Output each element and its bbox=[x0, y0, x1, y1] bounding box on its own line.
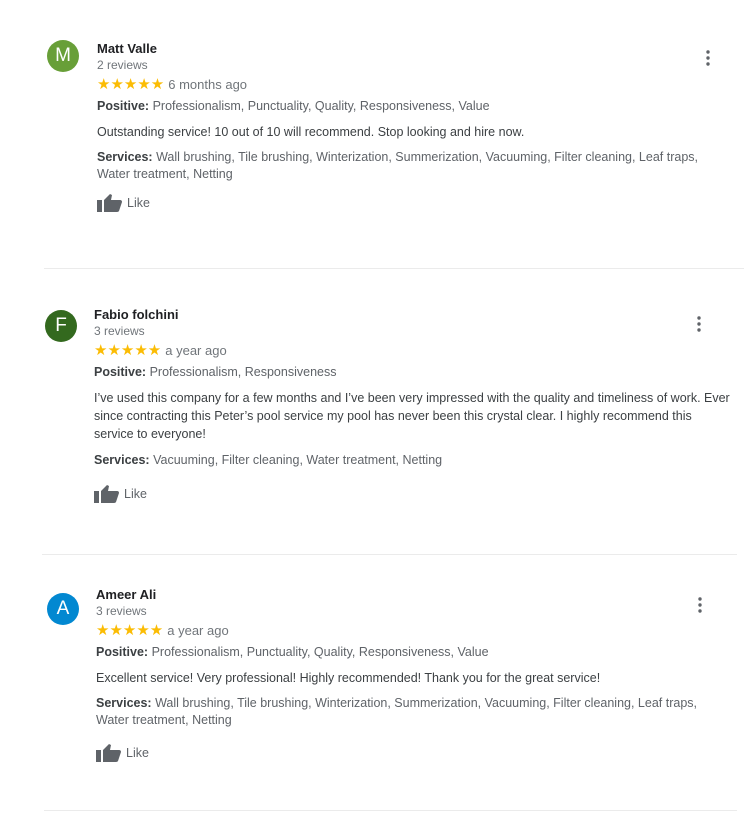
services-text: Wall brushing, Tile brushing, Winterizat… bbox=[97, 150, 698, 181]
avatar-initial: A bbox=[56, 598, 70, 619]
like-label: Like bbox=[127, 196, 150, 210]
more-options-button[interactable] bbox=[689, 312, 709, 336]
avatar[interactable]: M bbox=[47, 40, 79, 72]
more-options-button[interactable] bbox=[690, 593, 710, 617]
services-text: Vacuuming, Filter cleaning, Water treatm… bbox=[149, 453, 443, 467]
review-card: M Matt Valle 2 reviews ★★★★★ 6 months ago… bbox=[0, 0, 755, 270]
more-vert-icon bbox=[706, 50, 710, 66]
reviewer-name[interactable]: Ameer Ali bbox=[96, 587, 728, 603]
thumb-up-icon bbox=[96, 744, 121, 762]
like-button[interactable]: Like bbox=[94, 484, 734, 504]
rating-row: ★★★★★ a year ago bbox=[94, 341, 734, 361]
more-vert-icon bbox=[698, 597, 702, 613]
positive-attributes: Positive: Professionalism, Responsivenes… bbox=[94, 364, 734, 381]
thumb-up-icon bbox=[94, 485, 119, 503]
positive-attributes: Positive: Professionalism, Punctuality, … bbox=[96, 644, 728, 661]
services-label: Services: bbox=[97, 150, 153, 164]
like-button[interactable]: Like bbox=[96, 743, 728, 763]
services-attributes: Services: Wall brushing, Tile brushing, … bbox=[97, 149, 727, 183]
reviewer-name[interactable]: Matt Valle bbox=[97, 41, 727, 57]
services-attributes: Services: Vacuuming, Filter cleaning, Wa… bbox=[94, 452, 734, 469]
divider bbox=[44, 268, 744, 269]
like-button[interactable]: Like bbox=[97, 193, 727, 213]
reviewer-name[interactable]: Fabio folchini bbox=[94, 307, 734, 323]
like-label: Like bbox=[126, 746, 149, 760]
review-time: a year ago bbox=[167, 623, 229, 638]
star-rating: ★★★★★ bbox=[97, 76, 165, 93]
avatar-initial: F bbox=[55, 315, 67, 336]
divider bbox=[42, 554, 737, 555]
star-rating: ★★★★★ bbox=[96, 622, 164, 639]
divider bbox=[44, 810, 737, 811]
review-card: A Ameer Ali 3 reviews ★★★★★ a year ago Po… bbox=[0, 557, 755, 830]
positive-label: Positive: bbox=[97, 99, 150, 113]
services-label: Services: bbox=[94, 453, 150, 467]
review-text: I’ve used this company for a few months … bbox=[94, 391, 730, 441]
positive-text: Professionalism, Punctuality, Quality, R… bbox=[149, 99, 490, 113]
more-vert-icon bbox=[697, 316, 701, 332]
positive-text: Professionalism, Responsiveness bbox=[146, 365, 337, 379]
review-card: F Fabio folchini 3 reviews ★★★★★ a year a… bbox=[0, 270, 755, 557]
like-label: Like bbox=[124, 487, 147, 501]
positive-label: Positive: bbox=[96, 645, 149, 659]
services-text: Wall brushing, Tile brushing, Winterizat… bbox=[96, 696, 697, 727]
review-text: Outstanding service! 10 out of 10 will r… bbox=[97, 125, 525, 139]
reviewer-review-count: 3 reviews bbox=[94, 324, 145, 338]
services-label: Services: bbox=[96, 696, 152, 710]
rating-row: ★★★★★ a year ago bbox=[96, 621, 728, 641]
avatar[interactable]: A bbox=[47, 593, 79, 625]
thumb-up-icon bbox=[97, 194, 122, 212]
positive-text: Professionalism, Punctuality, Quality, R… bbox=[148, 645, 489, 659]
reviewer-review-count: 2 reviews bbox=[97, 58, 148, 72]
services-attributes: Services: Wall brushing, Tile brushing, … bbox=[96, 695, 728, 729]
star-rating: ★★★★★ bbox=[94, 342, 162, 359]
avatar[interactable]: F bbox=[45, 310, 77, 342]
review-time: 6 months ago bbox=[168, 77, 248, 92]
positive-attributes: Positive: Professionalism, Punctuality, … bbox=[97, 98, 727, 115]
review-time: a year ago bbox=[165, 343, 227, 358]
rating-row: ★★★★★ 6 months ago bbox=[97, 75, 727, 95]
positive-label: Positive: bbox=[94, 365, 147, 379]
avatar-initial: M bbox=[55, 45, 71, 66]
more-options-button[interactable] bbox=[698, 46, 718, 70]
review-text: Excellent service! Very professional! Hi… bbox=[96, 671, 601, 685]
reviewer-review-count: 3 reviews bbox=[96, 604, 147, 618]
